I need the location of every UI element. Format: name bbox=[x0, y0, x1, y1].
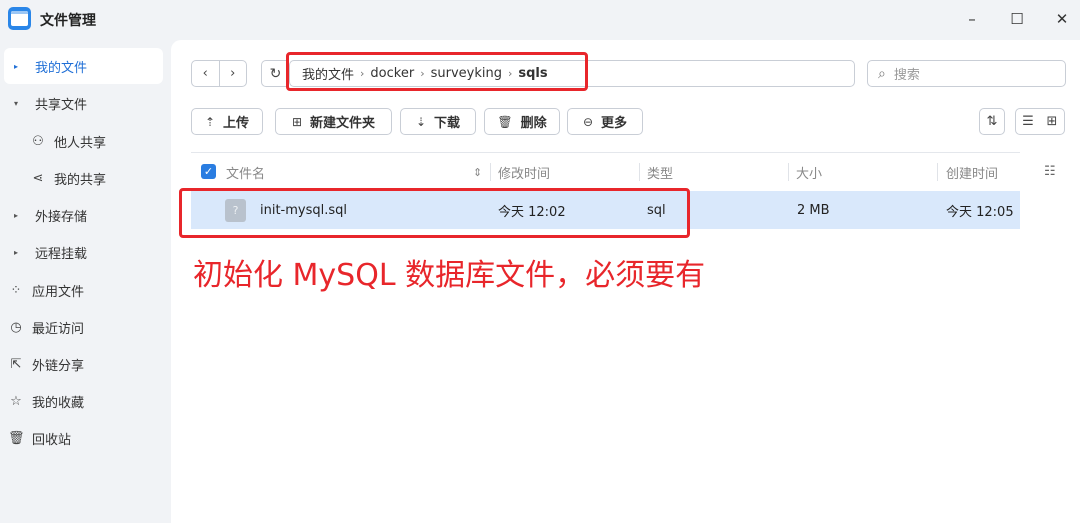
select-all-checkbox[interactable]: ✓ bbox=[201, 164, 216, 179]
new-folder-button[interactable]: ⊞ 新建文件夹 bbox=[275, 108, 392, 135]
download-button[interactable]: ⇣ 下载 bbox=[400, 108, 476, 135]
sidebar-item-favorites[interactable]: ☆ 我的收藏 bbox=[4, 383, 163, 419]
trash-icon: 🗑 bbox=[8, 430, 25, 446]
sidebar-item-remote-mount[interactable]: ▸ 远程挂载 bbox=[4, 234, 163, 270]
sidebar-item-my-files[interactable]: ▸ 我的文件 bbox=[4, 48, 163, 84]
close-button[interactable]: ✕ bbox=[1049, 6, 1075, 32]
delete-label: 删除 bbox=[520, 116, 547, 131]
new-folder-label: 新建文件夹 bbox=[310, 116, 376, 131]
sidebar-item-label: 回收站 bbox=[32, 432, 72, 448]
file-size: 2 MB bbox=[797, 202, 830, 218]
column-header-created[interactable]: 创建时间 bbox=[946, 153, 998, 191]
trash-icon: 🗑 bbox=[497, 114, 513, 129]
sidebar-item-label: 他人共享 bbox=[54, 135, 107, 151]
sidebar-item-label: 外接存储 bbox=[35, 209, 88, 225]
sidebar: ▸ 我的文件 ▾ 共享文件 ⚇ 他人共享 ⋖ 我的共享 ▸ 外接存储 ▸ 远程挂… bbox=[0, 38, 170, 523]
annotation-note: 初始化 MySQL 数据库文件，必须要有 bbox=[193, 258, 706, 293]
column-header-modified[interactable]: 修改时间 bbox=[498, 153, 550, 191]
sidebar-item-label: 应用文件 bbox=[32, 284, 85, 300]
apps-grid-icon: ⁘ bbox=[10, 282, 22, 298]
upload-label: 上传 bbox=[223, 116, 250, 131]
app-title: 文件管理 bbox=[40, 13, 96, 29]
sidebar-item-label: 共享文件 bbox=[35, 97, 88, 113]
caret-down-icon: ▾ bbox=[13, 98, 18, 108]
sidebar-item-external-storage[interactable]: ▸ 外接存储 bbox=[4, 197, 163, 233]
grid-view-button[interactable]: ⊞ bbox=[1040, 109, 1064, 134]
caret-right-icon: ▸ bbox=[13, 210, 18, 220]
share-nodes-icon: ⋖ bbox=[32, 170, 44, 186]
sidebar-item-label: 我的共享 bbox=[54, 172, 107, 188]
column-divider bbox=[788, 163, 789, 181]
clock-icon: ◷ bbox=[10, 319, 22, 335]
column-divider bbox=[490, 163, 491, 181]
minimize-button[interactable]: – bbox=[959, 6, 985, 32]
more-button[interactable]: ⊖ 更多 bbox=[567, 108, 643, 135]
more-label: 更多 bbox=[601, 116, 628, 131]
sidebar-item-label: 我的收藏 bbox=[32, 395, 85, 411]
sort-toggle-icon[interactable]: ⇕ bbox=[473, 153, 482, 191]
user-share-icon: ⚇ bbox=[32, 133, 44, 149]
more-circle-icon: ⊖ bbox=[582, 114, 594, 129]
sidebar-item-shared-by-others[interactable]: ⚇ 他人共享 bbox=[26, 123, 163, 159]
star-icon: ☆ bbox=[10, 393, 22, 409]
column-header-name[interactable]: 文件名 bbox=[226, 153, 265, 191]
sidebar-item-my-shares[interactable]: ⋖ 我的共享 bbox=[26, 160, 163, 196]
view-switcher: ☰ ⊞ bbox=[1015, 108, 1065, 135]
column-settings-icon[interactable]: ☷ bbox=[1044, 164, 1056, 179]
sidebar-item-label: 最近访问 bbox=[32, 321, 85, 337]
file-created: 今天 12:05 bbox=[946, 204, 1014, 220]
path-highlight-box bbox=[286, 52, 588, 91]
sidebar-item-label: 远程挂载 bbox=[35, 246, 88, 262]
download-label: 下载 bbox=[434, 116, 461, 131]
sidebar-item-label: 我的文件 bbox=[35, 60, 88, 76]
upload-icon: ⇡ bbox=[204, 114, 216, 129]
table-header: ✓ 文件名 ⇕ 修改时间 类型 大小 创建时间 bbox=[191, 152, 1020, 190]
column-divider bbox=[937, 163, 938, 181]
refresh-button[interactable]: ↻ bbox=[261, 60, 289, 87]
caret-right-icon: ▸ bbox=[13, 247, 18, 257]
delete-button[interactable]: 🗑 删除 bbox=[484, 108, 560, 135]
search-icon: ⌕ bbox=[878, 65, 886, 82]
sidebar-item-recent[interactable]: ◷ 最近访问 bbox=[4, 309, 163, 345]
history-nav: ‹ › bbox=[191, 60, 247, 87]
sort-button[interactable]: ⇅ bbox=[979, 108, 1005, 135]
external-link-icon: ⇱ bbox=[10, 356, 22, 372]
sidebar-item-recycle-bin[interactable]: 🗑 回收站 bbox=[4, 420, 163, 456]
column-header-type[interactable]: 类型 bbox=[647, 153, 673, 191]
main-panel: ‹ › ↻ 我的文件 › docker › surveyking › sqls … bbox=[171, 40, 1080, 523]
title-bar: 文件管理 – ☐ ✕ bbox=[0, 0, 1080, 38]
forward-button[interactable]: › bbox=[220, 61, 247, 86]
back-button[interactable]: ‹ bbox=[192, 61, 220, 86]
row-highlight-box bbox=[179, 188, 690, 238]
list-view-button[interactable]: ☰ bbox=[1016, 109, 1040, 134]
new-folder-icon: ⊞ bbox=[291, 114, 303, 129]
search-input[interactable]: ⌕ 搜索 bbox=[867, 60, 1066, 87]
sidebar-item-label: 外链分享 bbox=[32, 358, 85, 374]
download-icon: ⇣ bbox=[415, 114, 427, 129]
sidebar-item-external-link-share[interactable]: ⇱ 外链分享 bbox=[4, 346, 163, 382]
upload-button[interactable]: ⇡ 上传 bbox=[191, 108, 263, 135]
sidebar-item-app-files[interactable]: ⁘ 应用文件 bbox=[4, 272, 163, 308]
file-manager-app-icon bbox=[8, 7, 31, 30]
maximize-button[interactable]: ☐ bbox=[1004, 6, 1030, 32]
caret-right-icon: ▸ bbox=[13, 61, 18, 71]
sidebar-item-shared-files[interactable]: ▾ 共享文件 bbox=[4, 85, 163, 121]
search-placeholder: 搜索 bbox=[893, 68, 920, 83]
column-header-size[interactable]: 大小 bbox=[796, 153, 822, 191]
column-divider bbox=[639, 163, 640, 181]
